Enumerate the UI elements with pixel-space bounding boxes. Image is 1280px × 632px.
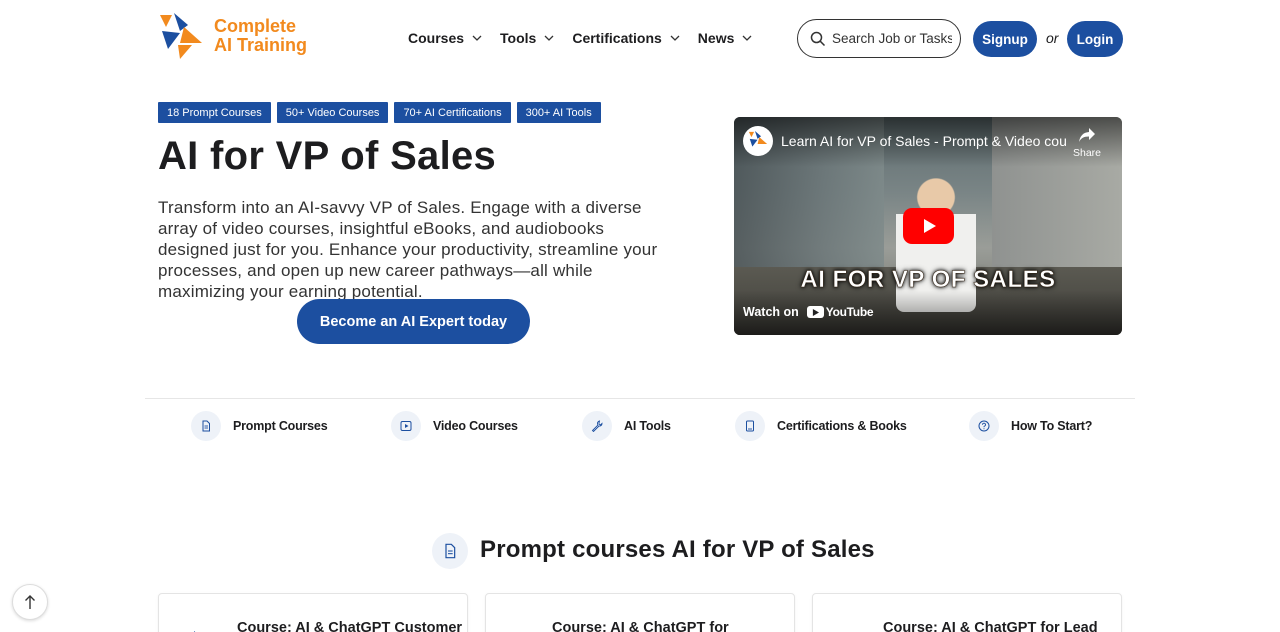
nav-courses[interactable]: Courses [408, 30, 482, 46]
course-card-title: Course: AI & ChatGPT for Lead [883, 620, 1098, 632]
play-icon [923, 219, 936, 233]
watch-on-label: Watch on [743, 305, 799, 319]
badge-prompt-courses[interactable]: 18 Prompt Courses [158, 102, 271, 123]
channel-logo-icon [748, 131, 768, 147]
course-card[interactable]: Course: AI & ChatGPT for [485, 593, 795, 632]
youtube-logo: YouTube [806, 305, 874, 319]
section-title: Prompt courses AI for VP of Sales [480, 536, 875, 563]
youtube-label: YouTube [825, 305, 874, 319]
category-how-to-start[interactable]: How To Start? [969, 411, 1092, 441]
chevron-down-icon [544, 35, 554, 41]
site-logo[interactable]: Complete AI Training [158, 13, 308, 61]
course-card[interactable]: Course: AI & ChatGPT Customer [158, 593, 468, 632]
search-icon [810, 31, 826, 46]
main-nav: Courses Tools Certifications News [408, 30, 770, 46]
category-prompt-courses[interactable]: Prompt Courses [191, 411, 328, 441]
category-label: Prompt Courses [233, 419, 328, 433]
page-title: AI for VP of Sales [158, 134, 497, 178]
wrench-icon [582, 411, 612, 441]
category-label: Certifications & Books [777, 419, 907, 433]
badge-video-courses[interactable]: 50+ Video Courses [276, 102, 389, 123]
badge-certifications[interactable]: 70+ AI Certifications [394, 102, 511, 123]
chevron-down-icon [670, 35, 680, 41]
channel-avatar[interactable] [743, 126, 773, 156]
video-embed[interactable]: Learn AI for VP of Sales - Prompt & Vide… [734, 117, 1122, 335]
course-card-title: Course: AI & ChatGPT for [552, 620, 729, 632]
nav-courses-label: Courses [408, 30, 465, 46]
share-button[interactable]: Share [1072, 127, 1102, 159]
course-thumbnail-icon [194, 631, 196, 632]
logo-wordmark: Complete AI Training [214, 17, 307, 55]
course-card-title: Course: AI & ChatGPT Customer [237, 620, 463, 632]
site-header: Complete AI Training Courses Tools Certi… [0, 0, 1280, 76]
video-overlay-title: AI FOR VP OF SALES [800, 266, 1056, 294]
category-ai-tools[interactable]: AI Tools [582, 411, 671, 441]
nav-tools-label: Tools [500, 30, 537, 46]
category-label: How To Start? [1011, 419, 1093, 433]
question-icon [969, 411, 999, 441]
document-icon [432, 533, 468, 569]
nav-certifications-label: Certifications [572, 30, 662, 46]
logo-line-2: AI Training [214, 35, 308, 55]
play-button[interactable] [903, 208, 954, 244]
logo-line-1: Complete [214, 16, 297, 36]
search-input[interactable] [832, 31, 952, 46]
chevron-down-icon [742, 35, 752, 41]
nav-tools[interactable]: Tools [500, 30, 554, 46]
nav-news-label: News [697, 30, 735, 46]
nav-news[interactable]: News [698, 30, 753, 46]
section-divider [145, 398, 1135, 399]
category-video-courses[interactable]: Video Courses [391, 411, 518, 441]
category-label: Video Courses [433, 419, 518, 433]
badge-ai-tools[interactable]: 300+ AI Tools [516, 102, 601, 123]
share-label: Share [1072, 147, 1102, 159]
play-icon [391, 411, 421, 441]
document-icon [191, 411, 221, 441]
video-title[interactable]: Learn AI for VP of Sales - Prompt & Vide… [781, 133, 1066, 149]
share-arrow-icon [1079, 128, 1095, 142]
category-certifications-books[interactable]: Certifications & Books [735, 411, 907, 441]
logo-icon [160, 13, 202, 59]
course-card[interactable]: Course: AI & ChatGPT for Lead [812, 593, 1122, 632]
chevron-down-icon [472, 35, 482, 41]
book-icon [735, 411, 765, 441]
category-label: AI Tools [624, 419, 671, 433]
or-separator: or [1046, 30, 1059, 46]
signup-button[interactable]: Signup [973, 21, 1037, 57]
become-expert-button[interactable]: Become an AI Expert today [297, 299, 530, 344]
watch-on-youtube[interactable]: Watch on YouTube [743, 305, 874, 319]
nav-certifications[interactable]: Certifications [572, 30, 680, 46]
youtube-play-icon [806, 306, 824, 318]
search-box[interactable] [797, 19, 961, 58]
login-button[interactable]: Login [1067, 21, 1123, 57]
back-to-top-button[interactable] [12, 584, 48, 620]
hero-description: Transform into an AI-savvy VP of Sales. … [158, 198, 658, 301]
arrow-up-icon [25, 595, 35, 609]
stats-badges: 18 Prompt Courses 50+ Video Courses 70+ … [158, 102, 607, 123]
